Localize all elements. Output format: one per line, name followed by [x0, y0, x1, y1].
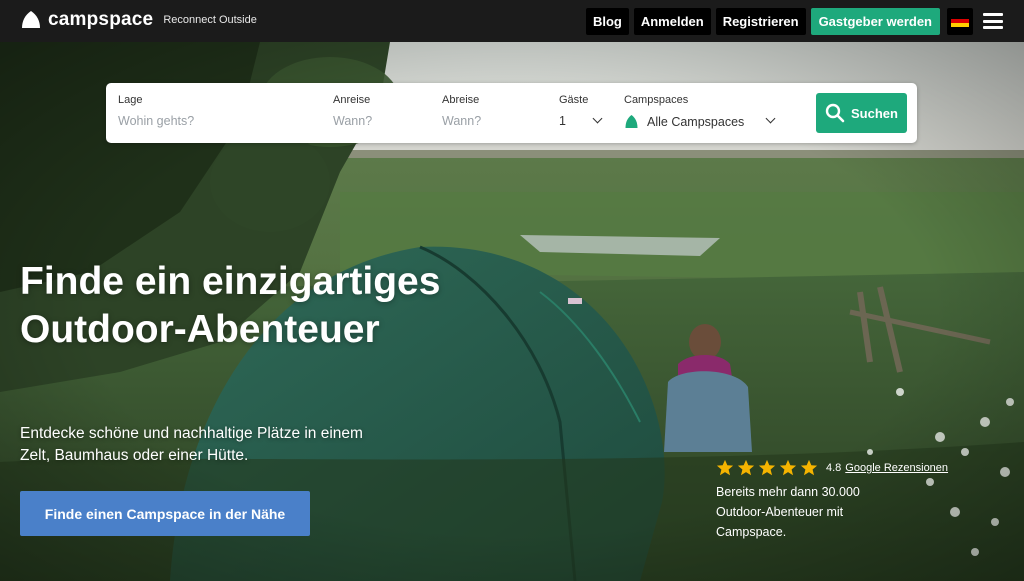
google-reviews-link[interactable]: Google Rezensionen	[845, 462, 948, 474]
location-field[interactable]: Lage Wohin gehts?	[118, 94, 318, 128]
hero-subline: Entdecke schöne und nachhaltige Plätze i…	[20, 425, 363, 464]
arrival-input[interactable]: Wann?	[333, 114, 423, 128]
rating-block: 4.8 Google Rezensionen Bereits mehr dann…	[716, 459, 948, 542]
campspaces-field[interactable]: Campspaces Alle Campspaces	[624, 94, 784, 129]
departure-input[interactable]: Wann?	[442, 114, 532, 128]
campspace-tent-icon	[625, 115, 638, 128]
language-selector[interactable]	[947, 7, 973, 35]
arrival-label: Anreise	[333, 94, 371, 106]
star-icon	[716, 459, 734, 476]
search-button-label: Suchen	[851, 105, 898, 121]
campspace-logo-icon	[22, 11, 40, 28]
search-bar: Lage Wohin gehts? Anreise Wann? Abreise …	[106, 83, 917, 143]
departure-label: Abreise	[442, 94, 480, 106]
search-button[interactable]: Suchen	[816, 93, 907, 133]
guests-field[interactable]: Gäste 1	[559, 94, 609, 128]
blog-link[interactable]: Blog	[585, 7, 629, 35]
brand-name: campspace	[48, 9, 154, 30]
star-icon	[779, 459, 797, 476]
find-campspace-button[interactable]: Finde einen Campspace in der Nähe	[20, 491, 310, 536]
location-input[interactable]: Wohin gehts?	[118, 114, 318, 128]
departure-field[interactable]: Abreise Wann?	[442, 94, 532, 128]
campspaces-label: Campspaces	[624, 94, 689, 106]
arrival-field[interactable]: Anreise Wann?	[333, 94, 423, 128]
campspaces-value: Alle Campspaces	[647, 115, 745, 129]
rating-text: Bereits mehr dann 30.000 Outdoor-Abenteu…	[716, 485, 860, 539]
login-button[interactable]: Anmelden	[633, 7, 711, 35]
become-host-button[interactable]: Gastgeber werden	[810, 7, 940, 35]
star-icon	[758, 459, 776, 476]
guests-select[interactable]: 1	[559, 114, 609, 128]
brand[interactable]: campspace Reconnect Outside	[20, 9, 257, 31]
brand-tagline: Reconnect Outside	[163, 14, 257, 26]
star-icon	[800, 459, 818, 476]
star-icon	[737, 459, 755, 476]
hamburger-menu-icon[interactable]	[983, 13, 1003, 29]
search-icon	[825, 103, 845, 123]
hero-headline: Finde ein einzigartiges Outdoor-Abenteue…	[20, 260, 441, 351]
guests-label: Gäste	[559, 94, 589, 106]
nav-links: Blog Anmelden Registrieren Gastgeber wer…	[585, 7, 1024, 35]
location-label: Lage	[118, 94, 143, 106]
register-button[interactable]: Registrieren	[715, 7, 806, 35]
top-navigation-bar: campspace Reconnect Outside Blog Anmelde…	[0, 0, 1024, 42]
rating-value: 4.8	[826, 462, 842, 474]
rating-stars: 4.8 Google Rezensionen	[716, 459, 948, 477]
german-flag-icon	[951, 15, 969, 27]
campspaces-select[interactable]: Alle Campspaces	[624, 114, 784, 129]
